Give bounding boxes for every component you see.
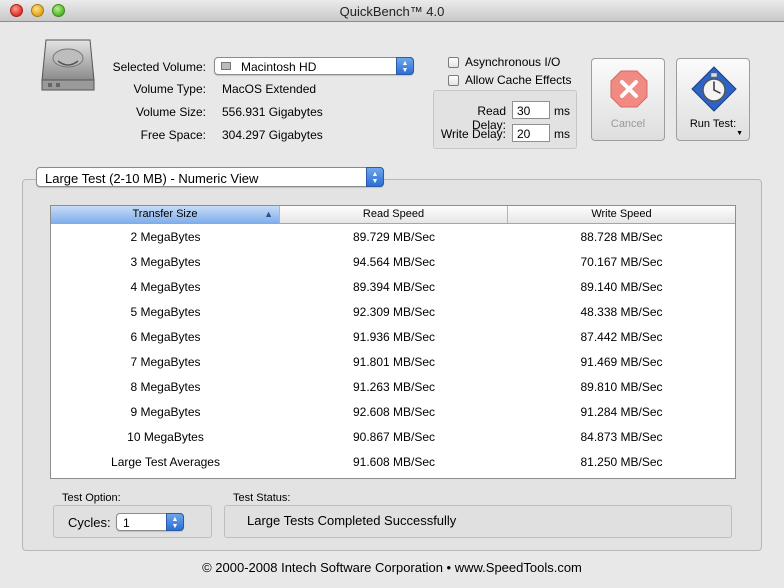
- table-row[interactable]: 2 MegaBytes 89.729 MB/Sec 88.728 MB/Sec: [51, 225, 735, 250]
- async-io-label: Asynchronous I/O: [465, 55, 561, 69]
- table-row[interactable]: 8 MegaBytes 91.263 MB/Sec 89.810 MB/Sec: [51, 375, 735, 400]
- cell-read-speed: 91.936 MB/Sec: [352, 330, 436, 344]
- cell-transfer-size: 8 MegaBytes: [130, 380, 201, 394]
- free-space-label: Free Space:: [140, 128, 206, 142]
- cell-transfer-size: 5 MegaBytes: [130, 305, 201, 319]
- chevron-up-down-icon: ▲ ▼: [166, 513, 184, 531]
- cell-transfer-size: 10 MegaBytes: [127, 430, 204, 444]
- dropdown-arrow-icon: ▼: [736, 130, 743, 137]
- cell-write-speed: 70.167 MB/Sec: [580, 255, 663, 269]
- table-row[interactable]: 10 MegaBytes 90.867 MB/Sec 84.873 MB/Sec: [51, 425, 735, 450]
- cycles-label: Cycles:: [68, 515, 111, 530]
- write-delay-unit: ms: [554, 127, 570, 141]
- chevron-up-down-icon: ▲ ▼: [396, 57, 414, 75]
- cell-write-speed: 89.140 MB/Sec: [580, 280, 663, 294]
- table-row[interactable]: 6 MegaBytes 91.936 MB/Sec 87.442 MB/Sec: [51, 325, 735, 350]
- volume-select[interactable]: Macintosh HD ▲ ▼: [214, 57, 414, 75]
- cell-read-speed: 92.309 MB/Sec: [352, 305, 436, 319]
- cell-transfer-size: 7 MegaBytes: [130, 355, 201, 369]
- volume-size-value: 556.931 Gigabytes: [222, 105, 323, 119]
- read-delay-field[interactable]: 30: [512, 101, 550, 119]
- column-header-write-speed[interactable]: Write Speed: [508, 206, 735, 223]
- volume-type-label: Volume Type:: [133, 82, 207, 96]
- volume-size-label: Volume Size:: [135, 105, 206, 119]
- stop-icon: [610, 70, 648, 108]
- delay-settings-box: Read Delay: 30 ms Write Delay: 20 ms: [433, 90, 577, 149]
- cell-read-speed: 90.867 MB/Sec: [352, 430, 436, 444]
- table-row[interactable]: 3 MegaBytes 94.564 MB/Sec 70.167 MB/Sec: [51, 250, 735, 275]
- test-option-label: Test Option:: [62, 492, 121, 504]
- run-test-button[interactable]: Run Test: ▼: [676, 58, 750, 141]
- cancel-button-label: Cancel: [610, 118, 646, 130]
- sort-ascending-icon: ▲: [264, 209, 273, 219]
- table-row[interactable]: 5 MegaBytes 92.309 MB/Sec 48.338 MB/Sec: [51, 300, 735, 325]
- cell-write-speed: 81.250 MB/Sec: [580, 455, 663, 469]
- cycles-select-value: 1: [123, 516, 130, 530]
- volume-select-value: Macintosh HD: [241, 60, 317, 74]
- view-select-value: Large Test (2-10 MB) - Numeric View: [45, 171, 259, 186]
- results-table: Transfer Size ▲ Read Speed Write Speed 2…: [50, 205, 736, 479]
- cell-write-speed: 48.338 MB/Sec: [580, 305, 663, 319]
- selected-volume-label: Selected Volume:: [112, 60, 206, 74]
- test-status-message: Large Tests Completed Successfully: [247, 513, 457, 528]
- cell-transfer-size: 9 MegaBytes: [130, 405, 201, 419]
- async-io-checkbox[interactable]: [448, 57, 459, 68]
- cell-read-speed: 91.801 MB/Sec: [352, 355, 436, 369]
- free-space-value: 304.297 Gigabytes: [222, 128, 323, 142]
- cell-write-speed: 89.810 MB/Sec: [580, 380, 663, 394]
- test-option-group: Cycles: 1 ▲ ▼: [53, 505, 212, 538]
- column-header-transfer-size[interactable]: Transfer Size ▲: [51, 206, 280, 223]
- footer-credit: © 2000-2008 Intech Software Corporation …: [202, 560, 582, 575]
- run-test-button-label: Run Test:: [689, 118, 737, 130]
- volume-type-value: MacOS Extended: [222, 82, 317, 96]
- table-header: Transfer Size ▲ Read Speed Write Speed: [51, 206, 735, 224]
- cell-transfer-size: 2 MegaBytes: [130, 230, 201, 244]
- cell-write-speed: 88.728 MB/Sec: [580, 230, 663, 244]
- write-delay-label: Write Delay:: [440, 127, 506, 141]
- stopwatch-icon: [691, 66, 737, 112]
- column-header-read-speed[interactable]: Read Speed: [280, 206, 508, 223]
- cell-write-speed: 91.469 MB/Sec: [580, 355, 663, 369]
- cell-read-speed: 94.564 MB/Sec: [352, 255, 436, 269]
- table-row[interactable]: 9 MegaBytes 92.608 MB/Sec 91.284 MB/Sec: [51, 400, 735, 425]
- table-row[interactable]: Large Test Averages 91.608 MB/Sec 81.250 M…: [51, 450, 735, 475]
- cell-write-speed: 84.873 MB/Sec: [580, 430, 663, 444]
- table-row[interactable]: 4 MegaBytes 89.394 MB/Sec 89.140 MB/Sec: [51, 275, 735, 300]
- allow-cache-checkbox[interactable]: [448, 75, 459, 86]
- view-select[interactable]: Large Test (2-10 MB) - Numeric View ▲ ▼: [36, 167, 384, 187]
- cycles-select[interactable]: 1 ▲ ▼: [116, 513, 184, 531]
- window-title: QuickBench™ 4.0: [339, 4, 445, 19]
- cell-transfer-size: 4 MegaBytes: [130, 280, 201, 294]
- title-bar[interactable]: QuickBench™ 4.0: [0, 0, 784, 22]
- cell-write-speed: 87.442 MB/Sec: [580, 330, 663, 344]
- cell-read-speed: 92.608 MB/Sec: [352, 405, 436, 419]
- cell-transfer-size: 6 MegaBytes: [130, 330, 201, 344]
- cancel-button[interactable]: Cancel: [591, 58, 665, 141]
- cell-read-speed: 91.263 MB/Sec: [352, 380, 436, 394]
- cell-transfer-size: Large Test Averages: [111, 455, 220, 469]
- cell-write-speed: 91.284 MB/Sec: [580, 405, 663, 419]
- read-delay-unit: ms: [554, 104, 570, 118]
- write-delay-field[interactable]: 20: [512, 124, 550, 142]
- cell-transfer-size: 3 MegaBytes: [130, 255, 201, 269]
- test-status-group: Large Tests Completed Successfully: [224, 505, 732, 538]
- cell-read-speed: 91.608 MB/Sec: [352, 455, 436, 469]
- table-row[interactable]: 7 MegaBytes 91.801 MB/Sec 91.469 MB/Sec: [51, 350, 735, 375]
- cell-read-speed: 89.394 MB/Sec: [352, 280, 436, 294]
- drive-icon: [221, 62, 231, 70]
- cell-read-speed: 89.729 MB/Sec: [352, 230, 436, 244]
- chevron-up-down-icon: ▲ ▼: [366, 167, 384, 187]
- test-status-label: Test Status:: [233, 492, 291, 504]
- allow-cache-label: Allow Cache Effects: [465, 73, 572, 87]
